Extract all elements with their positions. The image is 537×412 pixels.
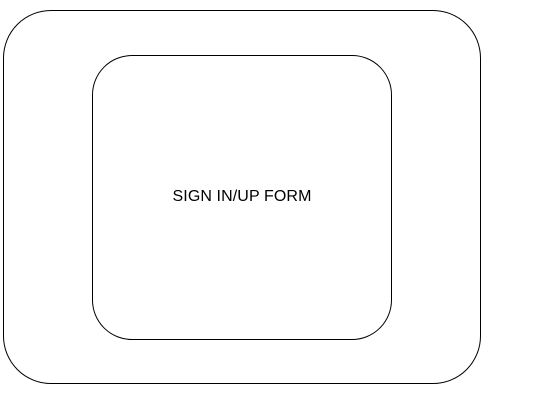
form-label: SIGN IN/UP FORM [172, 187, 312, 205]
sign-in-up-form-box: SIGN IN/UP FORM [92, 55, 392, 340]
